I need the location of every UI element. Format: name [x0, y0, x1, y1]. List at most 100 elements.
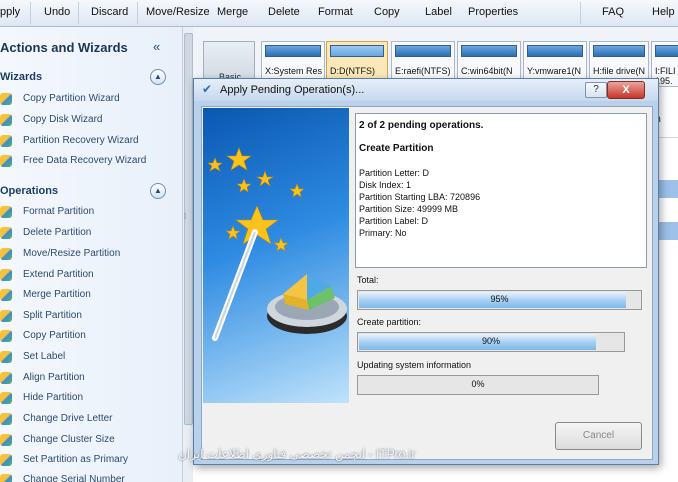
operation-icon [0, 227, 12, 239]
move-resize-button[interactable]: Move/Resize [146, 6, 210, 18]
operation-icon [0, 392, 12, 404]
chevron-up-icon[interactable]: ▲ [150, 69, 166, 85]
faq-button[interactable]: FAQ [602, 6, 624, 18]
apply-button[interactable]: pply [0, 6, 20, 18]
cancel-button[interactable]: Cancel [555, 422, 642, 450]
magic-wand-illustration [203, 108, 349, 403]
properties-button[interactable]: Properties [468, 6, 518, 18]
item-label: Copy Partition [23, 330, 86, 341]
merge-button[interactable]: Merge [217, 6, 248, 18]
item-label: Partition Recovery Wizard [23, 135, 139, 146]
wizard-item-partition-recovery[interactable]: Partition Recovery Wizard [0, 133, 160, 151]
actions-panel: Actions and Wizards « Wizards ▲ Copy Par… [0, 27, 182, 482]
op-item-copy-partition[interactable]: Copy Partition [0, 328, 160, 346]
partition-name: H:file drive(N [593, 66, 646, 76]
wizard-icon [0, 135, 12, 147]
pending-summary: 2 of 2 pending operations. [359, 120, 484, 131]
total-progress-label: Total: [357, 275, 379, 285]
operation-icon [0, 330, 12, 342]
panel-title: Actions and Wizards [0, 40, 128, 55]
dialog-titlebar[interactable]: ✔ Apply Pending Operation(s)... ? X [194, 79, 658, 101]
wizard-item-free-data-recovery[interactable]: Free Data Recovery Wizard [0, 153, 160, 171]
op-item-extend-partition[interactable]: Extend Partition [0, 267, 160, 285]
detail-line: Partition Letter: D [359, 168, 430, 178]
format-button[interactable]: Format [318, 6, 353, 18]
update-info-progress-bar: 0% [357, 375, 599, 395]
toolbar-separator [580, 2, 581, 24]
operation-icon [0, 434, 12, 446]
operation-details-box: 2 of 2 pending operations. Create Partit… [355, 113, 647, 268]
item-label: Hide Partition [23, 392, 84, 403]
partition-name: X:System Res [265, 66, 323, 76]
partition-usage-bar [461, 45, 517, 57]
left-panel-scrollbar[interactable] [182, 27, 193, 482]
help-button[interactable]: Help [652, 6, 675, 18]
undo-button[interactable]: Undo [44, 6, 70, 18]
discard-button[interactable]: Discard [91, 6, 128, 18]
op-item-change-cluster-size[interactable]: Change Cluster Size [0, 432, 160, 450]
detail-line: Partition Size: 49999 MB [359, 204, 459, 214]
partition-usage-bar [593, 45, 645, 57]
apply-pending-dialog: ✔ Apply Pending Operation(s)... ? X 2 of… [193, 78, 659, 465]
toolbar-separator [137, 2, 138, 24]
item-label: Format Partition [23, 206, 95, 217]
dialog-body: 2 of 2 pending operations. Create Partit… [201, 106, 653, 460]
partition-name: Y:vmware1(N [527, 66, 582, 76]
op-item-change-drive-letter[interactable]: Change Drive Letter [0, 411, 160, 429]
partition-usage-bar [655, 45, 678, 57]
item-label: Change Serial Number [23, 474, 125, 482]
wizard-art-icon [207, 147, 347, 341]
toolbar-separator [78, 2, 79, 24]
label-button[interactable]: Label [425, 6, 452, 18]
operation-icon [0, 413, 12, 425]
operation-icon [0, 474, 12, 482]
operation-heading: Create Partition [359, 143, 434, 154]
operation-icon [0, 269, 12, 281]
item-label: Align Partition [23, 372, 85, 383]
op-item-format-partition[interactable]: Format Partition [0, 204, 160, 222]
progress-percent: 95% [490, 294, 509, 304]
op-item-move-resize-partition[interactable]: Move/Resize Partition [0, 246, 160, 264]
item-label: Split Partition [23, 310, 82, 321]
close-button[interactable]: X [607, 81, 645, 99]
update-info-progress-label: Updating system information [357, 360, 472, 370]
splitter-grip-icon[interactable]: ⁞ [184, 212, 186, 221]
help-button[interactable]: ? [585, 82, 607, 98]
op-item-merge-partition[interactable]: Merge Partition [0, 287, 160, 305]
op-item-change-serial-number[interactable]: Change Serial Number [0, 472, 160, 482]
op-item-delete-partition[interactable]: Delete Partition [0, 225, 160, 243]
wizard-item-copy-partition[interactable]: Copy Partition Wizard [0, 91, 160, 109]
item-label: Set Partition as Primary [23, 454, 129, 465]
copy-button[interactable]: Copy [374, 6, 400, 18]
detail-line: Primary: No [359, 228, 407, 238]
op-item-hide-partition[interactable]: Hide Partition [0, 390, 160, 408]
toolbar-separator [30, 2, 31, 24]
wizard-icon [0, 93, 12, 105]
wizard-item-copy-disk[interactable]: Copy Disk Wizard [0, 112, 160, 130]
watermark-text: انجمن تخصصی فناوری اطلاعات ایران - ITPro… [178, 447, 416, 461]
scrollbar-thumb[interactable] [184, 33, 193, 425]
partition-name: I:FILI [655, 66, 676, 76]
dialog-title: Apply Pending Operation(s)... [220, 84, 365, 96]
item-label: Change Drive Letter [23, 413, 113, 424]
toolbar: pply Undo Discard Move/Resize Merge Dele… [0, 0, 678, 27]
total-progress-bar: 95% [357, 290, 642, 310]
partition-usage-bar [265, 45, 321, 57]
chevron-up-icon[interactable]: ▲ [150, 183, 166, 199]
operation-icon [0, 351, 12, 363]
operations-section-title: Operations [0, 185, 59, 197]
collapse-panel-icon[interactable]: « [153, 39, 160, 54]
op-item-set-label[interactable]: Set Label [0, 349, 160, 367]
checkmark-icon: ✔ [202, 82, 213, 96]
op-item-align-partition[interactable]: Align Partition [0, 370, 160, 388]
op-item-set-partition-primary[interactable]: Set Partition as Primary [0, 452, 160, 470]
create-partition-progress-bar: 90% [357, 332, 625, 352]
operation-icon [0, 310, 12, 322]
delete-button[interactable]: Delete [268, 6, 300, 18]
item-label: Set Label [23, 351, 66, 362]
partition-name: C:win64bit(N [461, 66, 513, 76]
op-item-split-partition[interactable]: Split Partition [0, 308, 160, 326]
item-label: Copy Partition Wizard [23, 93, 120, 104]
create-partition-progress-label: Create partition: [357, 317, 422, 327]
partition-usage-bar [330, 45, 384, 57]
